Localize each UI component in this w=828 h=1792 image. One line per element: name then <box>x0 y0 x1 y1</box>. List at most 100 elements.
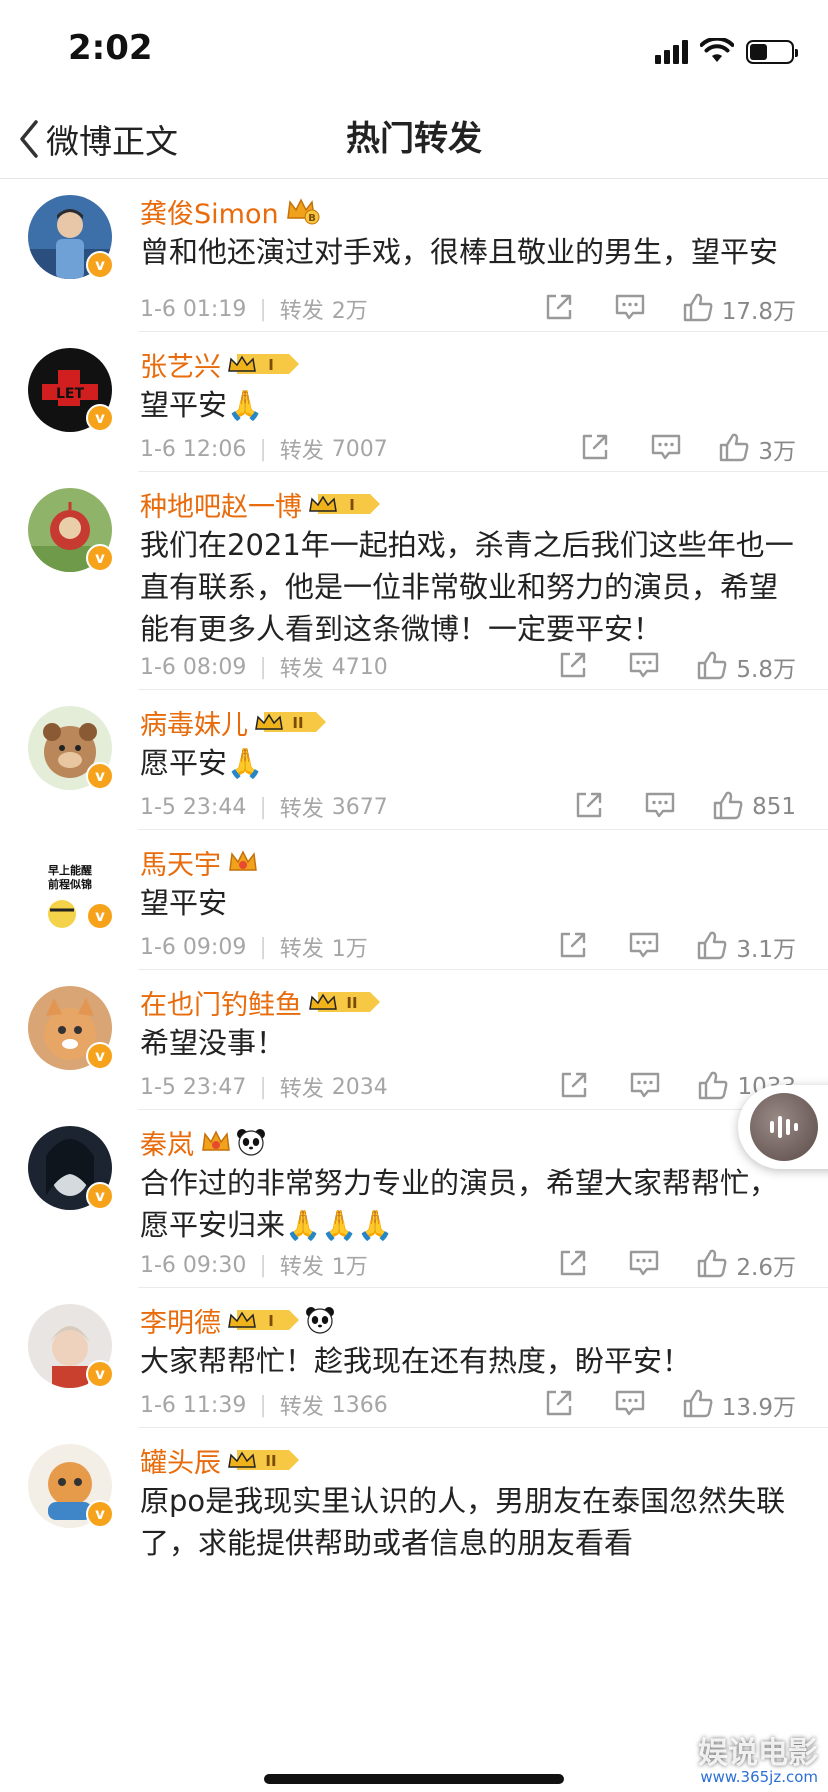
post-meta: 1-6 09:09 | 转发 1万 <box>140 929 368 965</box>
comment-button[interactable] <box>614 292 646 326</box>
watermark-text: 娱说电影 <box>698 1736 818 1771</box>
username[interactable]: 种地吧赵一博 <box>140 485 302 524</box>
action-bar: 2.6万 <box>558 1247 796 1283</box>
comment-button[interactable] <box>629 1070 661 1104</box>
username[interactable]: 龚俊Simon <box>140 192 279 231</box>
name-row: 病毒妹儿 II <box>140 702 328 742</box>
username[interactable]: 秦岚 <box>140 1123 194 1162</box>
repost-item[interactable]: v 种地吧赵一博 I 我们在2021年一起拍戏，杀青之后我们这些年也一直有联系，他是一… <box>0 472 828 690</box>
like-count: 2.6万 <box>736 1255 796 1281</box>
post-content: 曾和他还演过对手戏，很棒且敬业的男生，望平安 <box>140 235 779 269</box>
repost-label: 转发 <box>279 797 324 822</box>
comment-icon <box>628 930 660 964</box>
meta-separator: | <box>259 654 267 680</box>
battery-icon <box>746 40 798 64</box>
comment-icon <box>644 790 676 824</box>
share-button[interactable] <box>558 930 588 964</box>
share-icon <box>558 930 588 964</box>
repost-label: 转发 <box>279 1255 324 1280</box>
repost-count: 1366 <box>331 1392 388 1418</box>
member-badge-icon: II <box>227 1446 301 1474</box>
comment-button[interactable] <box>644 790 676 824</box>
post-time: 1-5 23:47 <box>140 1074 247 1100</box>
share-button[interactable] <box>544 292 574 326</box>
comment-button[interactable] <box>650 432 682 466</box>
repost-item[interactable]: v 病毒妹儿 II 愿平安🙏 1-5 23:44 | 转发 3677 851 <box>0 690 828 830</box>
like-button[interactable]: 3万 <box>718 431 796 467</box>
repost-label: 转发 <box>279 299 324 324</box>
status-bar: 2:02 <box>0 0 828 100</box>
floating-audio-button[interactable] <box>738 1085 828 1169</box>
repost-item[interactable]: LET v 张艺兴 I 望平安🙏 1-6 12:06 | 转发 7007 3万 <box>0 332 828 472</box>
name-row: 龚俊Simon B <box>140 191 321 231</box>
audio-wave-icon <box>768 1111 800 1143</box>
repost-count: 4710 <box>331 654 388 680</box>
share-icon <box>559 1070 589 1104</box>
meta-separator: | <box>259 1074 267 1100</box>
watermark-url: www.365jz.com <box>700 1768 818 1786</box>
post-meta: 1-5 23:44 | 转发 3677 <box>140 789 388 825</box>
meta-separator: | <box>259 1392 267 1418</box>
username[interactable]: 李明德 <box>140 1301 221 1340</box>
svg-text:I: I <box>268 1312 274 1330</box>
username[interactable]: 张艺兴 <box>140 345 221 384</box>
like-button[interactable]: 13.9万 <box>682 1387 796 1423</box>
repost-label: 转发 <box>279 1395 324 1420</box>
meta-separator: | <box>259 296 267 322</box>
comment-button[interactable] <box>614 1388 646 1422</box>
repost-item[interactable]: v在也门钓鲑鱼II希望没事！1-5 23:47|转发20341033 <box>0 970 828 1110</box>
share-button[interactable] <box>558 1248 588 1282</box>
post-time: 1-6 09:30 <box>140 1252 247 1278</box>
verified-icon: v <box>86 902 114 930</box>
audio-thumbnail <box>750 1093 818 1161</box>
share-button[interactable] <box>544 1388 574 1422</box>
like-button[interactable]: 17.8万 <box>682 291 796 327</box>
comment-icon <box>628 650 660 684</box>
repost-item[interactable]: 早上能醒 前程似锦 v 馬天宇 望平安 1-6 09:09 | 转发 1万 3.1万 <box>0 830 828 970</box>
username[interactable]: 馬天宇 <box>140 843 221 882</box>
like-button[interactable]: 3.1万 <box>696 929 796 965</box>
svg-text:B: B <box>308 213 316 224</box>
share-button[interactable] <box>580 432 610 466</box>
name-row: 种地吧赵一博 I <box>140 484 382 524</box>
name-row: 馬天宇 <box>140 842 259 882</box>
repost-item[interactable]: v 罐头辰 II 原po是我现实里认识的人，男朋友在泰国忽然失联了，求能提供帮助或者信… <box>0 1428 828 1628</box>
share-button[interactable] <box>574 790 604 824</box>
action-bar: 3万 <box>580 431 796 467</box>
like-button[interactable]: 2.6万 <box>696 1247 796 1283</box>
thumbs-up-icon <box>697 1069 729 1105</box>
post-meta: 1-6 12:06 | 转发 7007 <box>140 431 388 467</box>
repost-count: 2万 <box>331 299 368 324</box>
username[interactable]: 在也门钓鲑鱼 <box>140 983 302 1022</box>
repost-item[interactable]: v 龚俊Simon B 曾和他还演过对手戏，很棒且敬业的男生，望平安 1-6 01:19… <box>0 179 828 332</box>
share-button[interactable] <box>558 650 588 684</box>
name-row: 罐头辰 II <box>140 1440 301 1480</box>
thumbs-up-icon <box>682 1387 714 1423</box>
comment-button[interactable] <box>628 930 660 964</box>
comment-icon <box>629 1070 661 1104</box>
repost-label: 转发 <box>279 1077 324 1102</box>
wifi-icon <box>700 38 734 62</box>
verified-icon: v <box>86 1500 114 1528</box>
post-time: 1-6 11:39 <box>140 1392 247 1418</box>
like-count: 3.1万 <box>736 937 796 963</box>
post-content: 望平安🙏 <box>140 388 264 422</box>
thumbs-up-icon <box>682 291 714 327</box>
like-button[interactable]: 5.8万 <box>696 649 796 685</box>
member-badge-icon: II <box>254 708 328 736</box>
svg-text:II: II <box>265 1452 276 1470</box>
like-button[interactable]: 851 <box>712 789 796 825</box>
repost-item[interactable]: v 李明德 I 大家帮帮忙！趁我现在还有热度，盼平安！ 1-6 11:39 | 转发 1366… <box>0 1288 828 1428</box>
post-time: 1-6 08:09 <box>140 654 247 680</box>
username[interactable]: 罐头辰 <box>140 1441 221 1480</box>
thumbs-up-icon <box>696 649 728 685</box>
repost-item[interactable]: v 秦岚 合作过的非常努力专业的演员，希望大家帮帮忙，愿平安归来🙏🙏🙏 1-6 09:… <box>0 1110 828 1288</box>
username[interactable]: 病毒妹儿 <box>140 703 248 742</box>
thumbs-up-icon <box>696 1247 728 1283</box>
comment-button[interactable] <box>628 1248 660 1282</box>
share-button[interactable] <box>559 1070 589 1104</box>
svg-text:前程似锦: 前程似锦 <box>48 877 92 891</box>
status-time: 2:02 <box>68 28 153 68</box>
like-count: 3万 <box>758 439 796 465</box>
comment-button[interactable] <box>628 650 660 684</box>
